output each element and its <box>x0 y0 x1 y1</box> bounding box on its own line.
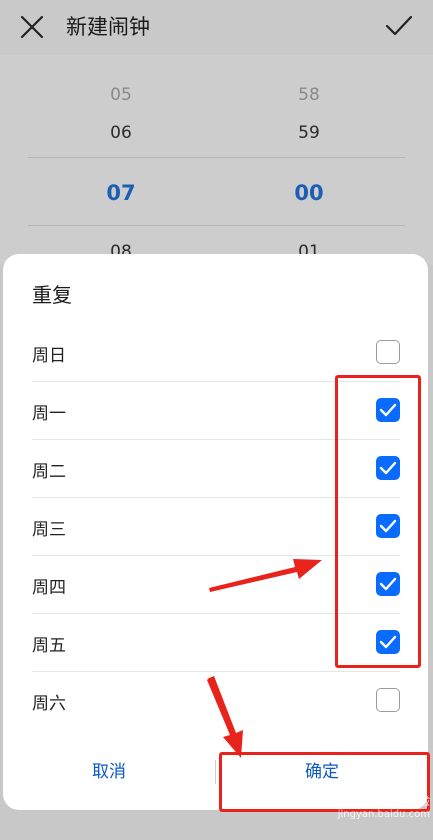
arrow-icon <box>207 676 243 758</box>
annotation-arrows <box>207 559 322 758</box>
watermark-site: jingyan.baidu.com <box>337 809 430 820</box>
arrow-icon <box>209 559 322 592</box>
watermark-brand: Baidu经验 <box>367 794 430 809</box>
watermark-logo: Baidu经验 jingyan.baidu.com <box>330 790 430 820</box>
